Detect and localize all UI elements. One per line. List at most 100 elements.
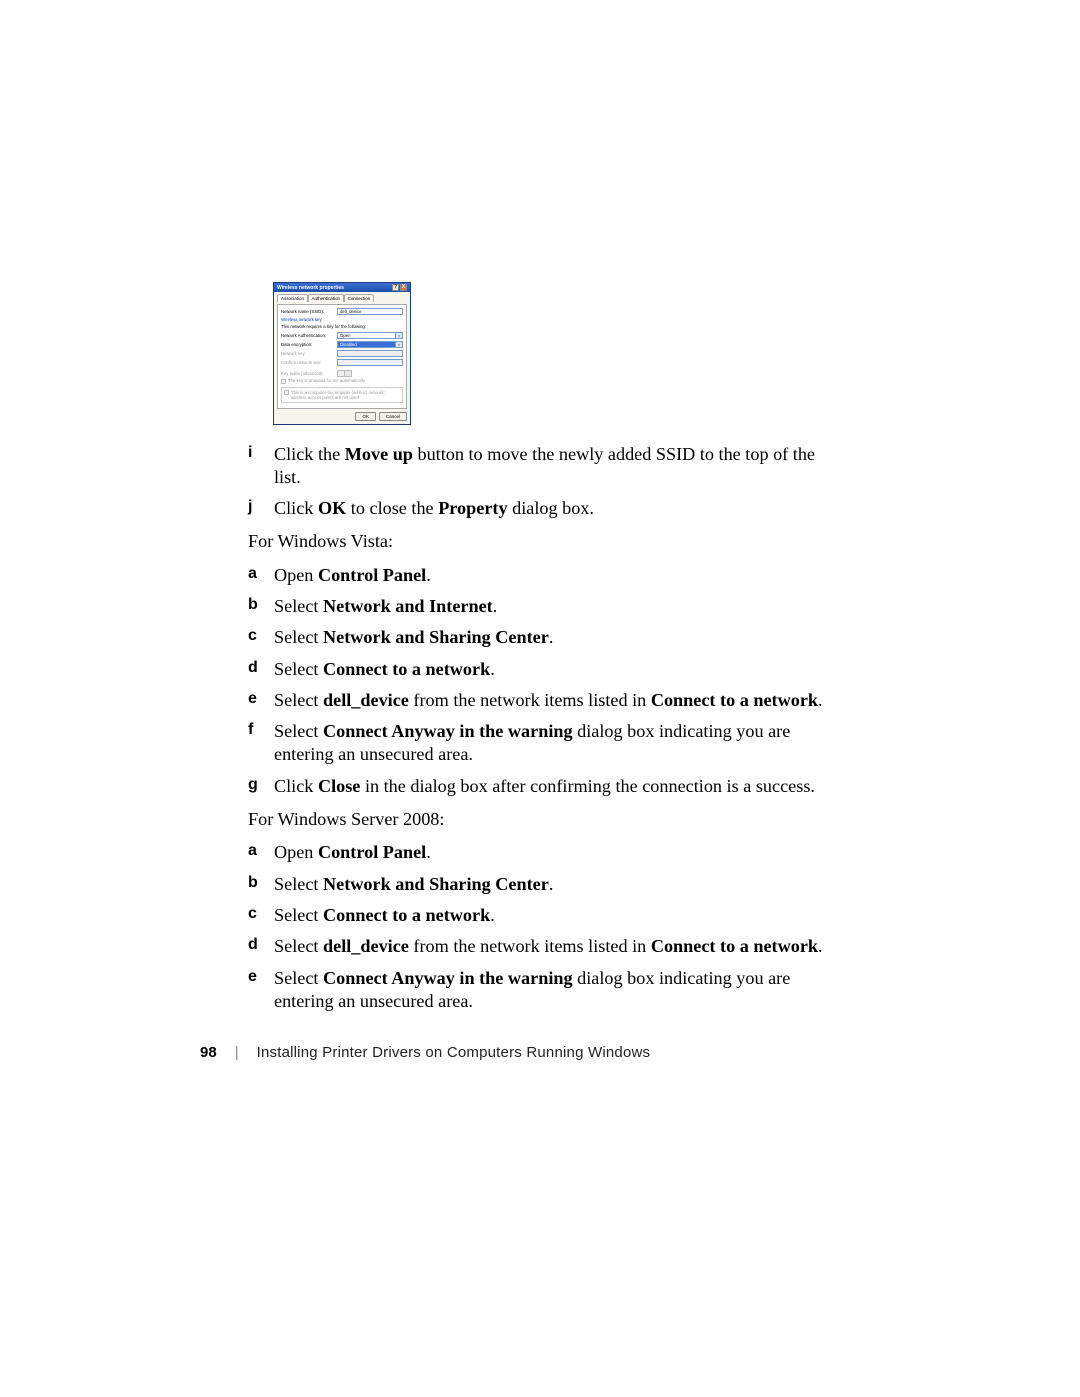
data-encryption-select[interactable]: Disabled ▾	[337, 341, 403, 348]
text: .	[818, 936, 823, 956]
chevron-down-icon	[344, 371, 351, 376]
step-marker: i	[248, 443, 274, 490]
step-marker: j	[248, 497, 274, 520]
vista-step-a: a Open Control Panel.	[248, 564, 838, 587]
confirm-key-field	[337, 359, 403, 366]
page-number: 98	[200, 1044, 217, 1061]
requires-key-text: This network requires a key for the foll…	[281, 324, 403, 329]
key-auto-checkbox-row: The key is provided for me automatically	[281, 378, 403, 384]
key-index-label: Key index (advanced):	[281, 371, 337, 376]
chevron-down-icon: ▾	[395, 342, 402, 347]
text: Open	[274, 842, 318, 862]
cancel-button[interactable]: Cancel	[379, 412, 407, 421]
step-marker: d	[248, 935, 274, 958]
bold-text: Connect to a network	[651, 690, 818, 710]
text: .	[426, 565, 431, 585]
text: Select	[274, 874, 323, 894]
checkbox-icon	[284, 390, 289, 395]
text: Select	[274, 968, 323, 988]
network-name-value: dell_device	[340, 309, 362, 314]
adhoc-checkbox-row: This is a computer-to-computer (ad hoc) …	[281, 387, 403, 403]
network-auth-select[interactable]: Open ▾	[337, 332, 403, 339]
confirm-key-label: Confirm network key:	[281, 360, 337, 365]
text: .	[490, 659, 495, 679]
close-icon[interactable]: X	[400, 284, 407, 291]
vista-step-d: d Select Connect to a network.	[248, 658, 838, 681]
text: from the network items listed in	[409, 690, 651, 710]
bold-text: Connect Anyway in the warning	[323, 721, 573, 741]
bold-text: Network and Sharing Center	[323, 874, 549, 894]
bold-text: Connect to a network	[323, 905, 490, 925]
bold-text: Connect to a network	[323, 659, 490, 679]
step-marker: c	[248, 904, 274, 927]
text: Select	[274, 596, 323, 616]
tab-connection[interactable]: Connection	[344, 294, 375, 302]
tab-association[interactable]: Association	[277, 294, 308, 302]
chevron-down-icon: ▾	[395, 333, 402, 338]
text: .	[490, 905, 495, 925]
text: Click	[274, 498, 318, 518]
key-index-field	[337, 370, 352, 377]
bold-text: Network and Sharing Center	[323, 627, 549, 647]
instruction-content: i Click the Move up button to move the n…	[248, 443, 838, 1014]
network-name-label: Network name (SSID):	[281, 309, 337, 314]
bold-text: Network and Internet	[323, 596, 493, 616]
page-content: Wireless network properties ? X Associat…	[248, 282, 838, 1021]
help-icon[interactable]: ?	[392, 284, 399, 291]
footer-separator: |	[235, 1044, 239, 1061]
bold-text: Control Panel	[318, 565, 426, 585]
text: .	[493, 596, 498, 616]
step-marker: b	[248, 873, 274, 896]
tab-authentication[interactable]: Authentication	[308, 294, 345, 302]
step-marker: e	[248, 689, 274, 712]
step-marker: a	[248, 841, 274, 864]
text: in the dialog box after confirming the c…	[360, 776, 815, 796]
server2008-heading: For Windows Server 2008:	[248, 808, 838, 831]
server2008-step-e: e Select Connect Anyway in the warning d…	[248, 967, 838, 1014]
wireless-properties-dialog: Wireless network properties ? X Associat…	[273, 282, 411, 425]
data-encryption-value: Disabled	[340, 342, 357, 347]
data-encryption-label: Data encryption:	[281, 342, 337, 347]
footer-text: Installing Printer Drivers on Computers …	[257, 1044, 651, 1061]
bold-text: Control Panel	[318, 842, 426, 862]
vista-step-g: g Click Close in the dialog box after co…	[248, 775, 838, 798]
ok-button[interactable]: OK	[355, 412, 376, 421]
wireless-key-link: Wireless network key	[281, 317, 403, 322]
key-auto-text: The key is provided for me automatically	[288, 378, 365, 383]
text: Select	[274, 690, 323, 710]
step-marker: a	[248, 564, 274, 587]
text: .	[549, 627, 554, 647]
vista-step-b: b Select Network and Internet.	[248, 595, 838, 618]
text: .	[818, 690, 823, 710]
bold-text: Move up	[345, 444, 413, 464]
vista-step-c: c Select Network and Sharing Center.	[248, 626, 838, 649]
page-footer: 98 | Installing Printer Drivers on Compu…	[200, 1044, 650, 1061]
text: Open	[274, 565, 318, 585]
bold-text: Connect Anyway in the warning	[323, 968, 573, 988]
step-j: j Click OK to close the Property dialog …	[248, 497, 838, 520]
text: Select	[274, 721, 323, 741]
network-auth-label: Network Authentication:	[281, 333, 337, 338]
server2008-step-a: a Open Control Panel.	[248, 841, 838, 864]
text: dialog box.	[508, 498, 594, 518]
bold-text: Property	[438, 498, 507, 518]
vista-step-e: e Select dell_device from the network it…	[248, 689, 838, 712]
dialog-title-text: Wireless network properties	[277, 285, 392, 291]
network-key-field	[337, 350, 403, 357]
text: from the network items listed in	[409, 936, 651, 956]
bold-text: Close	[318, 776, 360, 796]
checkbox-icon	[281, 379, 286, 384]
text: Select	[274, 936, 323, 956]
network-name-field[interactable]: dell_device	[337, 308, 403, 315]
step-marker: c	[248, 626, 274, 649]
vista-step-f: f Select Connect Anyway in the warning d…	[248, 720, 838, 767]
dialog-screenshot: Wireless network properties ? X Associat…	[273, 282, 838, 425]
bold-text: Connect to a network	[651, 936, 818, 956]
step-marker: b	[248, 595, 274, 618]
tab-panel-association: Network name (SSID): dell_device Wireles…	[277, 304, 407, 409]
text: to close the	[346, 498, 438, 518]
server2008-step-c: c Select Connect to a network.	[248, 904, 838, 927]
adhoc-text: This is a computer-to-computer (ad hoc) …	[291, 390, 400, 400]
step-marker: d	[248, 658, 274, 681]
text: Select	[274, 659, 323, 679]
